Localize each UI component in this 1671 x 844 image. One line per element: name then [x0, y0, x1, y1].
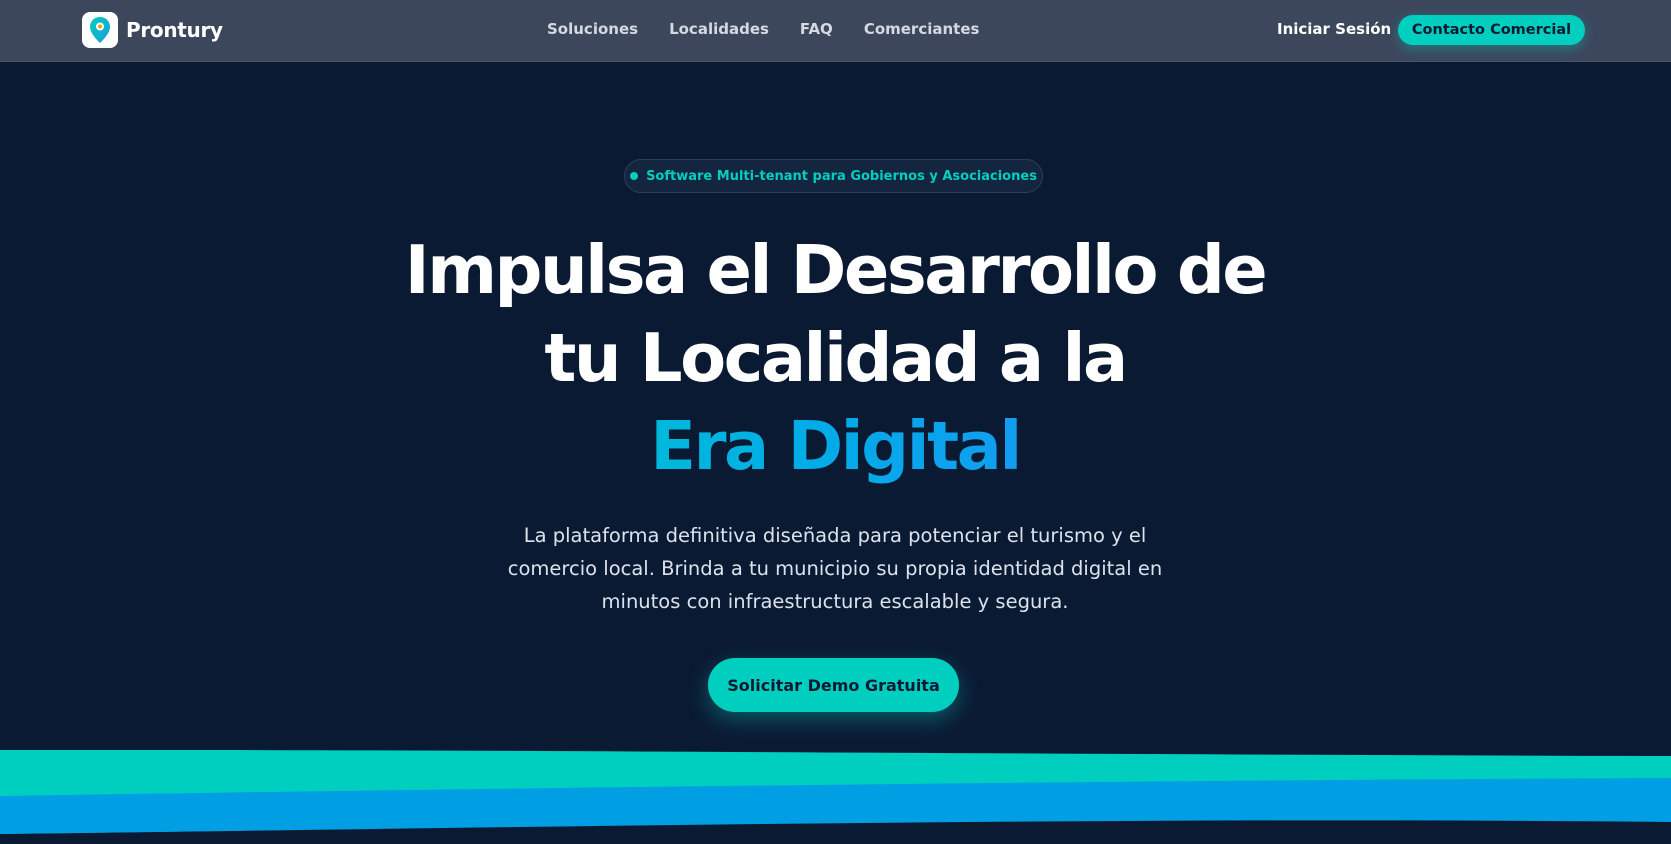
hero-title-line-2: tu Localidad a la: [544, 319, 1128, 397]
login-link[interactable]: Iniciar Sesión: [1277, 20, 1391, 38]
wave-divider: [0, 750, 1671, 834]
nav-link-comerciantes[interactable]: Comerciantes: [864, 20, 980, 38]
nav-link-faq[interactable]: FAQ: [800, 20, 833, 38]
hero-badge: Software Multi-tenant para Gobiernos y A…: [624, 159, 1043, 193]
badge-label: Software Multi-tenant para Gobiernos y A…: [646, 168, 1037, 184]
nav-link-soluciones[interactable]: Soluciones: [547, 20, 638, 38]
top-navbar: Prontury Soluciones Localidades FAQ Come…: [0, 0, 1671, 62]
main-nav: Soluciones Localidades FAQ Comerciantes: [547, 20, 979, 38]
contact-button[interactable]: Contacto Comercial: [1398, 15, 1585, 45]
hero-subtitle: La plataforma definitiva diseñada para p…: [507, 524, 1163, 613]
status-dot-icon: [630, 172, 639, 180]
brand-logo[interactable]: Prontury: [82, 12, 223, 48]
brand-name: Prontury: [126, 18, 223, 42]
map-pin-icon: [82, 12, 118, 48]
hero-title-line-1: Impulsa el Desarrollo de: [404, 231, 1268, 309]
request-demo-button[interactable]: Solicitar Demo Gratuita: [708, 658, 959, 712]
nav-link-localidades[interactable]: Localidades: [669, 20, 769, 38]
hero-title: Impulsa el Desarrollo de tu Localidad a …: [335, 226, 1335, 490]
hero-title-accent: Era Digital: [335, 402, 1335, 490]
